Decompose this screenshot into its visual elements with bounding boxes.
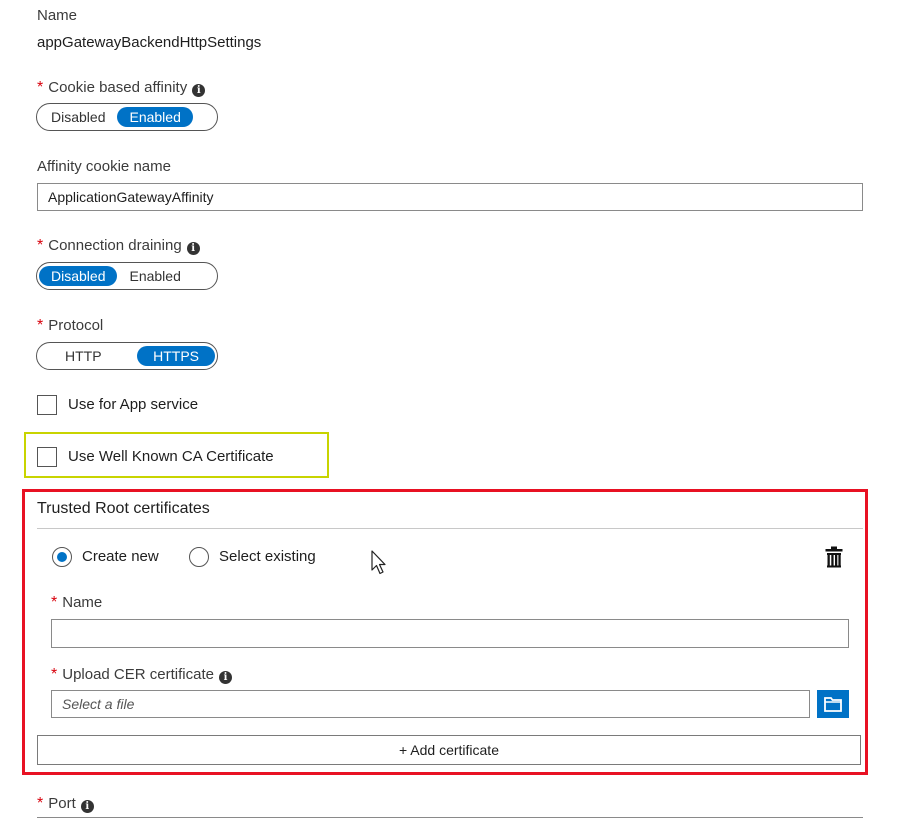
info-icon[interactable]: i	[186, 242, 200, 255]
cert-name-label: * Name	[51, 594, 103, 611]
info-icon[interactable]: i	[80, 800, 94, 813]
use-app-service-checkbox[interactable]	[37, 395, 57, 415]
required-asterisk: *	[37, 79, 44, 96]
required-asterisk: *	[37, 795, 44, 812]
protocol-http-option[interactable]: HTTP	[39, 346, 118, 366]
browse-file-button[interactable]	[817, 690, 849, 718]
cert-name-input[interactable]	[51, 619, 849, 648]
info-icon[interactable]: i	[192, 84, 206, 97]
select-existing-radio[interactable]	[189, 547, 209, 567]
trusted-root-title: Trusted Root certificates	[37, 500, 210, 517]
upload-cer-input[interactable]: Select a file	[51, 690, 810, 718]
protocol-label: * Protocol	[37, 317, 104, 334]
name-value: appGatewayBackendHttpSettings	[37, 34, 262, 51]
cookie-affinity-label: * Cookie based affinity i	[37, 79, 206, 97]
protocol-https-option[interactable]: HTTPS	[137, 346, 215, 366]
affinity-cookie-name-label: Affinity cookie name	[37, 158, 171, 175]
create-new-radio[interactable]	[52, 547, 72, 567]
mouse-cursor-icon	[371, 550, 386, 575]
cookie-affinity-toggle[interactable]: Disabled Enabled	[36, 103, 218, 131]
use-well-known-ca-label[interactable]: Use Well Known CA Certificate	[68, 447, 274, 467]
connection-draining-enabled-option[interactable]: Enabled	[117, 266, 192, 286]
protocol-toggle[interactable]: HTTP HTTPS	[36, 342, 218, 370]
create-new-label[interactable]: Create new	[82, 547, 159, 567]
required-asterisk: *	[51, 594, 58, 611]
cookie-affinity-enabled-option[interactable]: Enabled	[117, 107, 193, 127]
use-app-service-label[interactable]: Use for App service	[68, 395, 198, 415]
affinity-cookie-name-input[interactable]: ApplicationGatewayAffinity	[37, 183, 863, 211]
required-asterisk: *	[37, 317, 44, 334]
trusted-root-divider	[37, 528, 863, 529]
connection-draining-toggle[interactable]: Disabled Enabled	[36, 262, 218, 290]
folder-icon	[824, 697, 842, 712]
info-icon[interactable]: i	[218, 671, 232, 684]
port-input-top-border[interactable]	[37, 817, 863, 818]
required-asterisk: *	[37, 237, 44, 254]
select-existing-label[interactable]: Select existing	[219, 547, 316, 567]
name-label: Name	[37, 7, 78, 24]
connection-draining-disabled-option[interactable]: Disabled	[39, 266, 118, 286]
trash-icon[interactable]	[825, 546, 843, 568]
connection-draining-label: * Connection draining i	[37, 237, 200, 255]
required-asterisk: *	[51, 666, 58, 683]
port-label: * Port i	[37, 795, 94, 813]
cookie-affinity-disabled-option[interactable]: Disabled	[39, 107, 117, 127]
use-well-known-ca-checkbox[interactable]	[37, 447, 57, 467]
upload-cer-label: * Upload CER certificate i	[51, 666, 232, 684]
add-certificate-button[interactable]: + Add certificate	[37, 735, 861, 765]
